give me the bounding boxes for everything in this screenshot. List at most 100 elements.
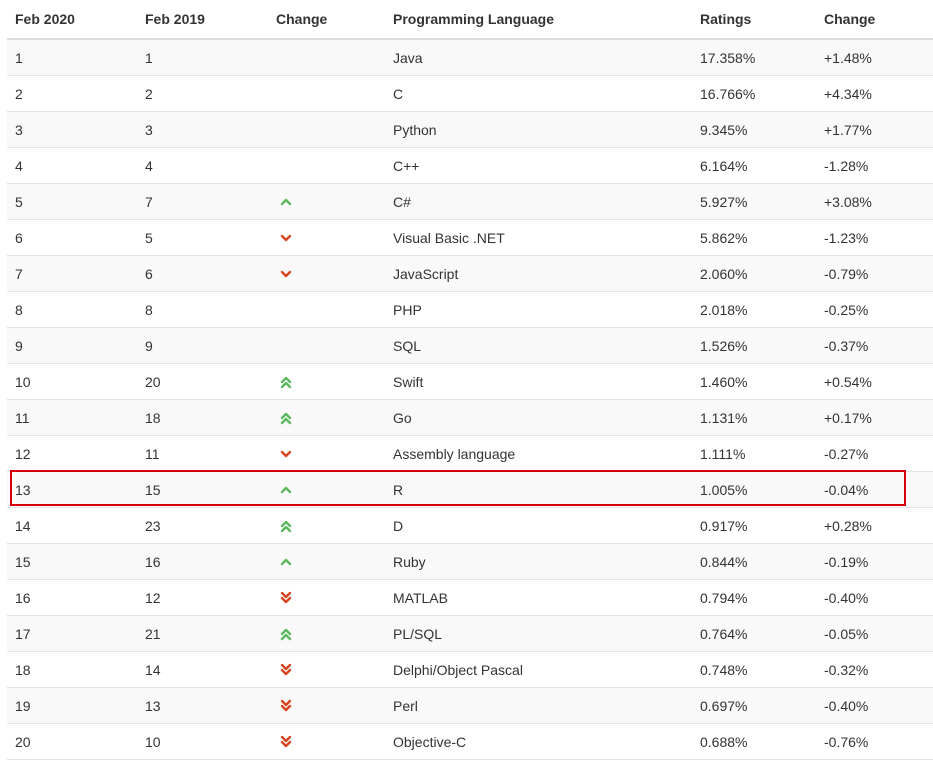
rank-2020-cell: 14 — [15, 517, 31, 534]
rank-2020-cell: 11 — [15, 409, 30, 426]
table-row[interactable]: 1 1 Java 17.358% +1.48% — [7, 40, 933, 76]
rating-change-cell: +1.48% — [824, 49, 872, 66]
rank-2020-cell: 12 — [15, 445, 31, 462]
rating-change-cell: +4.34% — [824, 85, 872, 102]
table-row[interactable]: 13 15 R 1.005% -0.04% — [7, 472, 933, 508]
rank-2020-cell: 10 — [15, 373, 31, 390]
header-ratings[interactable]: Ratings — [692, 11, 816, 27]
table-row[interactable]: 2 2 C 16.766% +4.34% — [7, 76, 933, 112]
table-row[interactable]: 4 4 C++ 6.164% -1.28% — [7, 148, 933, 184]
language-cell: JavaScript — [393, 265, 459, 282]
language-cell: Swift — [393, 373, 424, 390]
rank-2020-cell: 17 — [15, 625, 31, 642]
rank-2020-cell: 3 — [15, 121, 23, 138]
rank-2019-cell: 4 — [145, 157, 153, 174]
table-row[interactable]: 8 8 PHP 2.018% -0.25% — [7, 292, 933, 328]
table-row[interactable]: 14 23 D 0.917% +0.28% — [7, 508, 933, 544]
rank-2020-cell: 8 — [15, 301, 23, 318]
language-cell: Visual Basic .NET — [393, 229, 505, 246]
table-row[interactable]: 10 20 Swift 1.460% +0.54% — [7, 364, 933, 400]
trend-cell — [268, 663, 385, 677]
trend-cell — [268, 447, 385, 461]
rank-2019-cell: 9 — [145, 337, 153, 354]
rating-cell: 0.844% — [700, 553, 748, 570]
rating-change-cell: -0.40% — [824, 589, 869, 606]
table-row[interactable]: 11 18 Go 1.131% +0.17% — [7, 400, 933, 436]
language-cell: R — [393, 481, 404, 498]
table-row[interactable]: 3 3 Python 9.345% +1.77% — [7, 112, 933, 148]
table-row[interactable]: 19 13 Perl 0.697% -0.40% — [7, 688, 933, 724]
rank-2019-cell: 12 — [145, 589, 161, 606]
rank-2019-cell: 21 — [145, 625, 161, 642]
rating-cell: 0.697% — [700, 697, 748, 714]
language-cell: SQL — [393, 337, 422, 354]
table-row[interactable]: 20 10 Objective-C 0.688% -0.76% — [7, 724, 933, 760]
rating-change-cell: -0.19% — [824, 553, 869, 570]
table-row[interactable]: 9 9 SQL 1.526% -0.37% — [7, 328, 933, 364]
language-cell: D — [393, 517, 404, 534]
rating-change-cell: -0.04% — [824, 481, 869, 498]
rank-2020-cell: 4 — [15, 157, 23, 174]
chevron-up-icon — [280, 486, 292, 493]
header-programming-language[interactable]: Programming Language — [385, 11, 692, 27]
ranking-table: Feb 2020 Feb 2019 Change Programming Lan… — [7, 0, 933, 760]
rank-2020-cell: 20 — [15, 733, 31, 750]
rating-change-cell: +0.17% — [824, 409, 872, 426]
table-row[interactable]: 15 16 Ruby 0.844% -0.19% — [7, 544, 933, 580]
table-row[interactable]: 16 12 MATLAB 0.794% -0.40% — [7, 580, 933, 616]
rank-2019-cell: 14 — [145, 661, 161, 678]
double-chevron-up-icon — [280, 412, 292, 424]
table-body: 1 1 Java 17.358% +1.48% 2 2 C 16.766% +4.34% 3 3 Pyt… — [7, 40, 933, 760]
rating-cell: 0.794% — [700, 589, 748, 606]
rating-change-cell: +1.77% — [824, 121, 872, 138]
rank-2019-cell: 15 — [145, 481, 161, 498]
table-row[interactable]: 6 5 Visual Basic .NET 5.862% -1.23% — [7, 220, 933, 256]
header-change-rank[interactable]: Change — [268, 11, 385, 27]
rating-cell: 0.764% — [700, 625, 748, 642]
rank-2019-cell: 2 — [145, 85, 153, 102]
language-cell: Java — [393, 49, 423, 66]
rank-2020-cell: 9 — [15, 337, 23, 354]
trend-cell — [268, 555, 385, 569]
rating-cell: 1.526% — [700, 337, 748, 354]
rating-change-cell: -0.76% — [824, 733, 869, 750]
header-change-rating[interactable]: Change — [816, 11, 933, 27]
table-header: Feb 2020 Feb 2019 Change Programming Lan… — [7, 0, 933, 40]
double-chevron-down-icon — [280, 699, 292, 711]
double-chevron-down-icon — [280, 735, 292, 747]
trend-cell — [268, 591, 385, 605]
rank-2019-cell: 20 — [145, 373, 161, 390]
table-row[interactable]: 7 6 JavaScript 2.060% -0.79% — [7, 256, 933, 292]
table-row[interactable]: 12 11 Assembly language 1.111% -0.27% — [7, 436, 933, 472]
rank-2020-cell: 2 — [15, 85, 23, 102]
rank-2019-cell: 5 — [145, 229, 153, 246]
rank-2019-cell: 10 — [145, 733, 161, 750]
rating-change-cell: +0.54% — [824, 373, 872, 390]
table-row[interactable]: 18 14 Delphi/Object Pascal 0.748% -0.32% — [7, 652, 933, 688]
double-chevron-up-icon — [280, 628, 292, 640]
rank-2020-cell: 13 — [15, 481, 31, 498]
trend-cell — [268, 267, 385, 281]
trend-cell — [268, 411, 385, 425]
language-cell: Perl — [393, 697, 418, 714]
language-cell: Delphi/Object Pascal — [393, 661, 523, 678]
header-feb-2019[interactable]: Feb 2019 — [137, 11, 268, 27]
header-feb-2020[interactable]: Feb 2020 — [7, 11, 137, 27]
rank-2020-cell: 16 — [15, 589, 31, 606]
rank-2019-cell: 16 — [145, 553, 161, 570]
rank-2019-cell: 23 — [145, 517, 161, 534]
language-cell: C++ — [393, 157, 420, 174]
rank-2019-cell: 1 — [145, 49, 153, 66]
language-cell: C — [393, 85, 404, 102]
rating-cell: 9.345% — [700, 121, 748, 138]
trend-cell — [268, 519, 385, 533]
trend-cell — [268, 735, 385, 749]
table-row[interactable]: 17 21 PL/SQL 0.764% -0.05% — [7, 616, 933, 652]
trend-cell — [268, 483, 385, 497]
language-cell: Assembly language — [393, 445, 516, 462]
double-chevron-up-icon — [280, 376, 292, 388]
table-row[interactable]: 5 7 C# 5.927% +3.08% — [7, 184, 933, 220]
language-cell: PL/SQL — [393, 625, 443, 642]
trend-cell — [268, 231, 385, 245]
language-cell: Ruby — [393, 553, 426, 570]
